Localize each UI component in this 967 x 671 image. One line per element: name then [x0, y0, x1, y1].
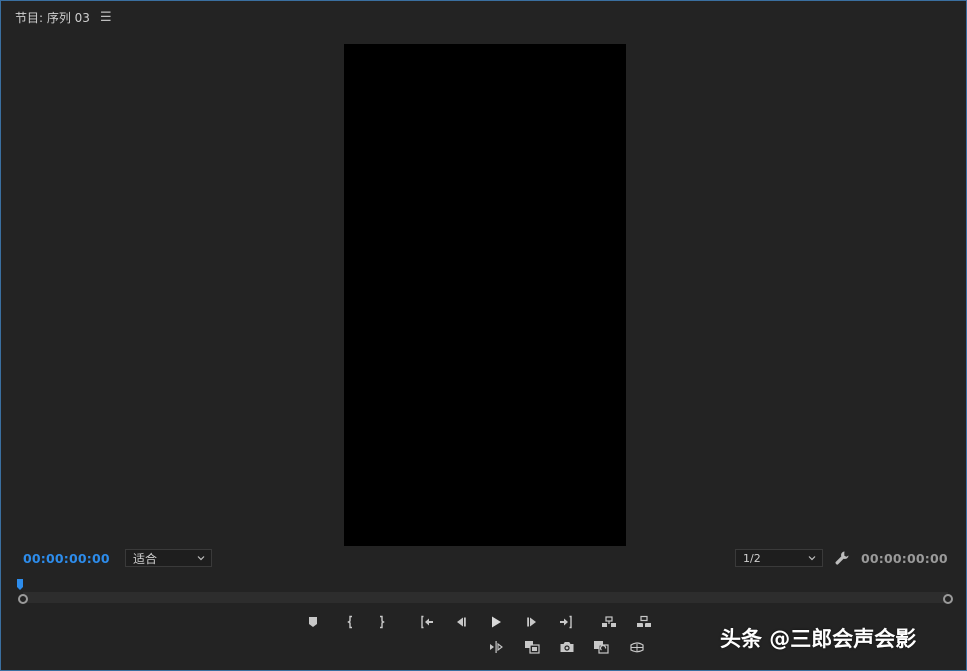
marker-icon [309, 617, 317, 627]
step-back-icon [457, 617, 466, 627]
camera-icon [560, 642, 574, 652]
current-timecode[interactable]: 00:00:00:00 [23, 551, 110, 566]
chevron-down-icon [197, 556, 205, 561]
comparison-view-icon [525, 641, 540, 654]
vr-video-button[interactable] [627, 638, 647, 656]
mark-out-icon [380, 615, 385, 629]
playhead[interactable] [17, 579, 23, 590]
lift-button[interactable] [599, 613, 619, 631]
insert-overwrite-button[interactable] [591, 638, 611, 656]
insert-overwrite-icon [594, 641, 609, 654]
trim-icon [490, 641, 503, 653]
program-monitor-panel: 节目: 序列 03 ☰ 00:00:00:00 适合 1/2 00:00:00:… [0, 0, 967, 671]
extract-button[interactable] [634, 613, 654, 631]
zoom-level-dropdown[interactable]: 适合 [125, 549, 212, 567]
wrench-icon[interactable] [834, 550, 850, 566]
extract-icon [637, 615, 651, 627]
play-button[interactable] [486, 613, 506, 631]
trim-monitor-button[interactable] [486, 638, 506, 656]
go-to-out-button[interactable] [556, 613, 576, 631]
zoom-scroll-handle-right[interactable] [943, 594, 953, 604]
playback-resolution-dropdown[interactable]: 1/2 [735, 549, 823, 567]
panel-title[interactable]: 节目: 序列 03 [15, 9, 90, 26]
zoom-level-value: 适合 [133, 551, 158, 566]
go-to-in-icon [421, 615, 433, 629]
watermark-text: 头条 @三郎会声会影 [720, 627, 917, 651]
vr-video-icon [630, 642, 644, 653]
mark-out-button[interactable] [372, 613, 392, 631]
add-marker-button[interactable] [303, 613, 323, 631]
step-forward-button[interactable] [522, 613, 542, 631]
playback-resolution-value: 1/2 [743, 551, 761, 565]
video-preview[interactable] [344, 44, 626, 546]
export-frame-button[interactable] [557, 638, 577, 656]
mark-in-button[interactable] [340, 613, 360, 631]
go-to-in-button[interactable] [417, 613, 437, 631]
comparison-view-button[interactable] [522, 638, 542, 656]
step-forward-icon [527, 617, 536, 627]
panel-menu-icon[interactable]: ☰ [100, 10, 112, 25]
time-ruler[interactable] [17, 578, 953, 608]
go-to-out-icon [560, 615, 572, 629]
lift-icon [602, 616, 616, 627]
duration-timecode: 00:00:00:00 [861, 551, 948, 566]
panel-header: 节目: 序列 03 ☰ [15, 8, 112, 26]
play-icon [492, 616, 501, 628]
step-back-button[interactable] [451, 613, 471, 631]
zoom-scroll-handle-left[interactable] [18, 594, 28, 604]
mark-in-icon [347, 615, 352, 629]
chevron-down-icon [808, 556, 816, 561]
zoom-scroll-bar[interactable] [23, 592, 948, 603]
